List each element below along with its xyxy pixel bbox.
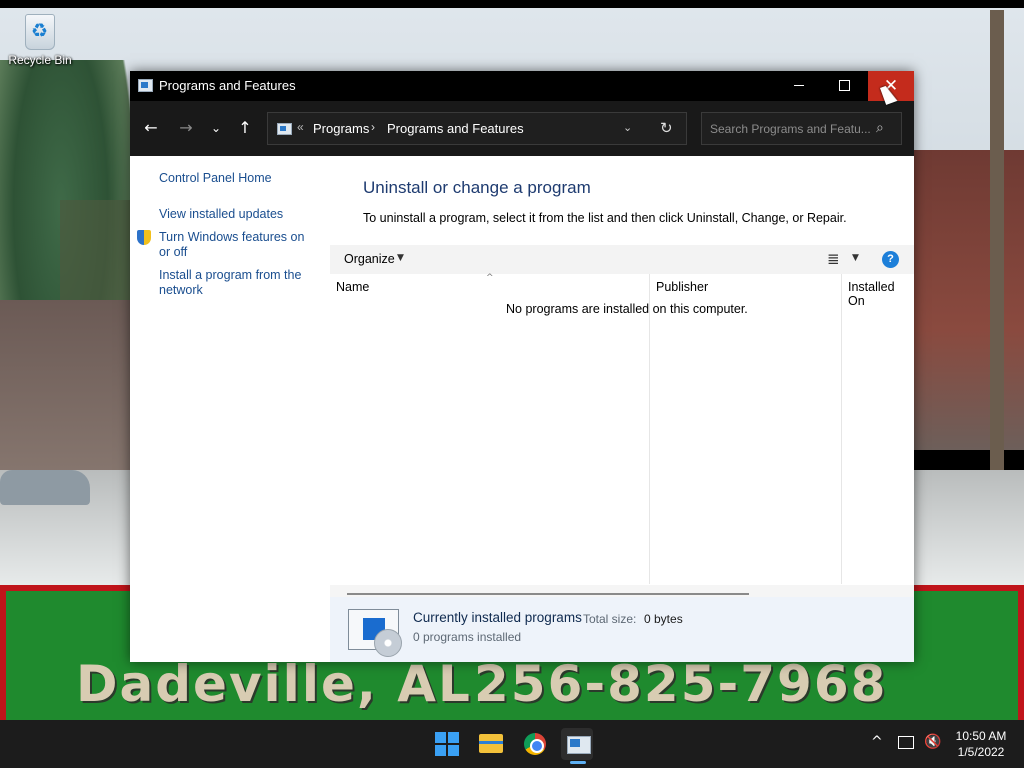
show-hidden-icons-chevron-icon[interactable]: ^ xyxy=(871,734,883,750)
clock-time: 10:50 AM xyxy=(955,729,1007,743)
active-app-indicator xyxy=(570,761,586,764)
total-size-label: Total size: xyxy=(583,612,637,626)
up-arrow-icon[interactable]: ↑ xyxy=(233,117,257,139)
back-arrow-icon[interactable]: ← xyxy=(139,117,163,139)
minimize-button[interactable] xyxy=(776,71,822,101)
recent-locations-chevron-icon[interactable]: ⌄ xyxy=(204,117,228,139)
system-clock[interactable]: 10:50 AM 1/5/2022 xyxy=(950,728,1012,760)
organize-button[interactable]: Organize xyxy=(344,252,395,266)
wallpaper-car xyxy=(0,470,90,505)
control-panel-icon xyxy=(138,79,153,92)
banner-city: Dadeville, AL xyxy=(76,655,472,713)
total-size-value: 0 bytes xyxy=(644,612,683,626)
navigation-bar: ← → ⌄ ↑ « Programs › Programs and Featur… xyxy=(130,101,914,156)
refresh-icon[interactable]: ↻ xyxy=(660,119,673,137)
search-box[interactable]: Search Programs and Featu... ⌕ xyxy=(701,112,902,145)
column-header-installed-on[interactable]: Installed On xyxy=(848,280,914,308)
command-toolbar: Organize ▼ ≣ ▼ ? xyxy=(330,245,914,274)
page-description: To uninstall a program, select it from t… xyxy=(363,211,847,225)
search-icon[interactable]: ⌕ xyxy=(876,120,884,136)
column-headers: Name ^ Publisher Installed On xyxy=(330,273,914,308)
search-input[interactable]: Search Programs and Featu... xyxy=(710,122,870,136)
page-title: Uninstall or change a program xyxy=(363,178,591,197)
shield-icon xyxy=(137,230,151,245)
details-title: Currently installed programs xyxy=(413,610,582,625)
address-overflow-icon[interactable]: « xyxy=(297,120,304,134)
details-pane: Currently installed programs Total size:… xyxy=(330,597,914,662)
address-dropdown-icon[interactable]: ⌄ xyxy=(623,121,632,134)
column-header-name[interactable]: Name xyxy=(336,280,369,294)
column-divider[interactable] xyxy=(841,274,842,584)
sidebar: Control Panel Home View installed update… xyxy=(130,156,330,662)
scrollbar-thumb[interactable] xyxy=(347,593,749,595)
wallpaper-pole xyxy=(990,10,1004,480)
wallpaper-building-right xyxy=(914,150,1024,450)
windows-logo-icon xyxy=(448,745,459,756)
column-header-publisher[interactable]: Publisher xyxy=(656,280,708,294)
breadcrumb-programs[interactable]: Programs xyxy=(313,121,369,136)
start-button[interactable] xyxy=(431,728,463,760)
sidebar-link-control-panel-home[interactable]: Control Panel Home xyxy=(159,171,272,186)
help-icon[interactable]: ? xyxy=(882,251,899,268)
content-area: Control Panel Home View installed update… xyxy=(130,156,914,662)
wallpaper-banner-text: Dadeville, AL 256-825-7968 xyxy=(0,655,1024,720)
breadcrumb-separator-icon[interactable]: › xyxy=(371,120,375,134)
clock-date: 1/5/2022 xyxy=(957,745,1005,759)
chevron-down-icon[interactable]: ▼ xyxy=(852,253,859,263)
windows-logo-icon xyxy=(448,732,459,743)
horizontal-scrollbar[interactable] xyxy=(330,585,914,597)
chrome-icon[interactable] xyxy=(519,728,551,760)
sidebar-link-windows-features[interactable]: Turn Windows features on or off xyxy=(159,230,319,260)
sidebar-link-view-installed-updates[interactable]: View installed updates xyxy=(159,207,283,222)
programs-and-features-window: Programs and Features ✕ ← → ⌄ ↑ « Progra… xyxy=(130,71,914,662)
view-options-icon[interactable]: ≣ xyxy=(827,250,840,268)
desktop-icon-recycle-bin[interactable]: Recycle Bin xyxy=(8,14,72,67)
network-icon[interactable] xyxy=(898,736,914,749)
file-explorer-icon[interactable] xyxy=(475,728,507,760)
taskbar: ^ 🔇 10:50 AM 1/5/2022 xyxy=(0,720,1024,768)
title-bar[interactable]: Programs and Features ✕ xyxy=(130,71,914,101)
sidebar-link-install-from-network[interactable]: Install a program from the network xyxy=(159,268,319,298)
programs-count: 0 programs installed xyxy=(413,630,522,644)
installed-programs-icon xyxy=(348,609,402,657)
forward-arrow-icon[interactable]: → xyxy=(174,117,198,139)
control-panel-icon xyxy=(277,123,292,135)
chevron-down-icon[interactable]: ▼ xyxy=(397,253,404,263)
column-divider[interactable] xyxy=(649,274,650,584)
control-panel-taskbar-icon[interactable] xyxy=(561,728,593,760)
maximize-button[interactable] xyxy=(822,71,868,101)
empty-list-message: No programs are installed on this comput… xyxy=(506,302,748,316)
address-bar[interactable]: « Programs › Programs and Features ⌄ ↻ xyxy=(267,112,687,145)
banner-phone: 256-825-7968 xyxy=(474,655,888,713)
main-panel: Uninstall or change a program To uninsta… xyxy=(330,156,914,662)
desktop-icon-label: Recycle Bin xyxy=(8,53,72,67)
window-title: Programs and Features xyxy=(159,78,296,93)
windows-logo-icon xyxy=(435,732,446,743)
volume-muted-icon[interactable]: 🔇 xyxy=(924,734,941,750)
recycle-bin-icon xyxy=(25,14,55,50)
breadcrumb-programs-and-features[interactable]: Programs and Features xyxy=(387,121,524,136)
windows-logo-icon xyxy=(435,745,446,756)
sort-ascending-icon: ^ xyxy=(486,273,494,283)
